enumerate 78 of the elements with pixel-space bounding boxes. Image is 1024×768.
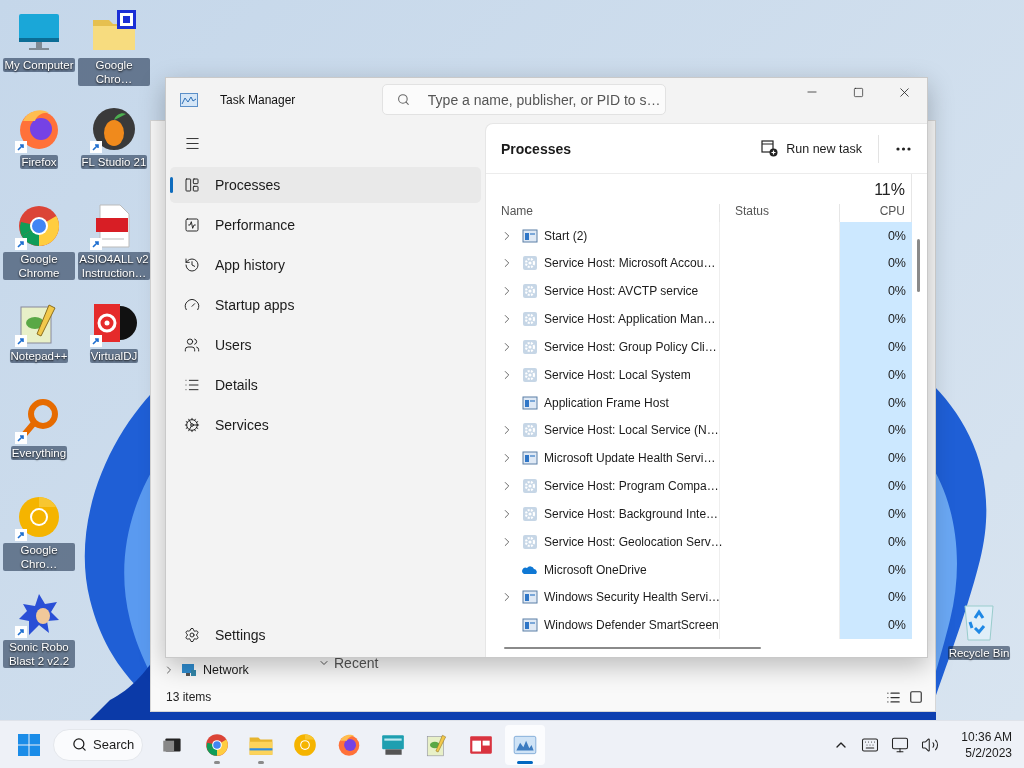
process-row[interactable]: Service Host: Program Compa… 0% <box>486 472 927 500</box>
cpu-total: 11% <box>874 180 905 199</box>
nav-item[interactable]: Startup apps <box>170 287 481 323</box>
process-row[interactable]: Microsoft Update Health Servi… 0% <box>486 444 927 473</box>
page-heading: Processes <box>501 140 572 157</box>
cpu-cell: 0% <box>840 221 912 250</box>
nav-item[interactable]: Performance <box>170 207 481 243</box>
column-header[interactable]: Name <box>486 203 720 222</box>
desktop-icon-label[interactable]: Sonic Robo Blast 2 v2.2 <box>3 640 75 668</box>
cpu-cell: 0% <box>840 472 912 500</box>
process-row[interactable]: Service Host: Geolocation Serv… 0% <box>486 527 927 556</box>
process-name: Windows Security Health Servi… <box>544 590 721 605</box>
desktop-icon-label[interactable]: Google Chrome <box>3 252 75 280</box>
desktop-icon-label[interactable]: Firefox <box>20 155 58 169</box>
process-name: Service Host: Program Compa… <box>544 479 719 494</box>
process-name: Start (2) <box>544 228 588 243</box>
cpu-cell: 0% <box>840 583 912 612</box>
process-name: Service Host: Local Service (N… <box>544 423 719 438</box>
search-button[interactable]: Search <box>53 728 143 761</box>
cpu-cell: 0% <box>840 611 912 640</box>
cpu-cell: 0% <box>840 333 912 361</box>
item-count: 13 items <box>166 690 212 704</box>
column-header[interactable]: Status <box>720 203 840 222</box>
cpu-cell: 0% <box>840 360 912 389</box>
process-name: Windows Defender SmartScreen <box>544 618 719 633</box>
search-field[interactable]: Type a name, publisher, or PID to s… <box>382 84 666 115</box>
cpu-cell: 0% <box>840 527 912 556</box>
cpu-cell: 0% <box>840 444 912 473</box>
process-name: Service Host: Microsoft Accou… <box>544 256 716 271</box>
cpu-cell: 0% <box>840 416 912 445</box>
window-title: Task Manager <box>220 92 297 107</box>
process-name: Microsoft Update Health Servi… <box>544 451 716 466</box>
process-row[interactable]: Start (2) 0% <box>486 221 927 250</box>
run-new-task-button[interactable]: Run new task <box>749 132 874 165</box>
process-name: Service Host: Geolocation Serv… <box>544 534 723 549</box>
nav-item[interactable]: Network <box>203 663 249 677</box>
process-name: Service Host: Background Inte… <box>544 506 719 521</box>
nav-item[interactable]: Users <box>170 327 481 363</box>
nav-item[interactable]: Processes <box>170 167 481 203</box>
nav-item[interactable]: Details <box>170 367 481 403</box>
process-row[interactable]: Service Host: Local Service (N… 0% <box>486 416 927 445</box>
desktop-icon-label[interactable]: Notepad++ <box>9 349 69 363</box>
process-name: Service Host: Local System <box>544 367 691 382</box>
cpu-cell: 0% <box>840 249 912 278</box>
desktop-icon-label[interactable]: FL Studio 21 <box>80 155 148 169</box>
process-name: Service Host: Application Man… <box>544 312 716 327</box>
process-name: Application Frame Host <box>544 395 669 410</box>
desktop-icon-label[interactable]: Google Chro… <box>3 543 75 571</box>
clock-time[interactable]: 10:36 AM <box>961 728 1012 745</box>
process-row[interactable]: Service Host: Application Man… 0% <box>486 305 927 333</box>
process-row[interactable]: Application Frame Host 0% <box>486 388 927 417</box>
desktop-icon-label[interactable]: ASIO4ALL v2 Instruction… <box>78 252 150 280</box>
cpu-cell: 0% <box>840 500 912 528</box>
desktop-icon-label[interactable]: VirtualDJ <box>89 349 139 363</box>
cpu-cell: 0% <box>840 555 912 584</box>
process-name: Microsoft OneDrive <box>544 562 647 577</box>
process-row[interactable]: Windows Security Health Servi… 0% <box>486 583 927 612</box>
process-row[interactable]: Microsoft OneDrive 0% <box>486 555 927 584</box>
nav-item[interactable]: Services <box>170 407 481 443</box>
process-row[interactable]: Service Host: Group Policy Cli… 0% <box>486 333 927 361</box>
process-row[interactable]: Windows Defender SmartScreen 0% <box>486 611 927 640</box>
process-name: Service Host: AVCTP service <box>544 284 699 299</box>
process-name: Service Host: Group Policy Cli… <box>544 339 717 354</box>
clock-date[interactable]: 5/2/2023 <box>965 744 1012 761</box>
cpu-cell: 0% <box>840 305 912 333</box>
cpu-cell: 0% <box>840 277 912 306</box>
process-row[interactable]: Service Host: AVCTP service 0% <box>486 277 927 306</box>
process-row[interactable]: Service Host: Local System 0% <box>486 360 927 389</box>
settings-nav-item[interactable]: Settings <box>170 617 481 653</box>
column-header[interactable]: CPU <box>879 203 905 218</box>
cpu-cell: 0% <box>840 388 912 417</box>
desktop-icon-label[interactable]: Recycle Bin <box>947 646 1011 660</box>
nav-item[interactable]: App history <box>170 247 481 283</box>
process-row[interactable]: Service Host: Background Inte… 0% <box>486 500 927 528</box>
desktop-icon-label[interactable]: Google Chro… <box>78 58 150 86</box>
process-row[interactable]: Service Host: Microsoft Accou… 0% <box>486 249 927 278</box>
section-header[interactable]: Recent <box>334 655 379 671</box>
desktop-icon-label[interactable]: My Computer <box>3 58 75 72</box>
